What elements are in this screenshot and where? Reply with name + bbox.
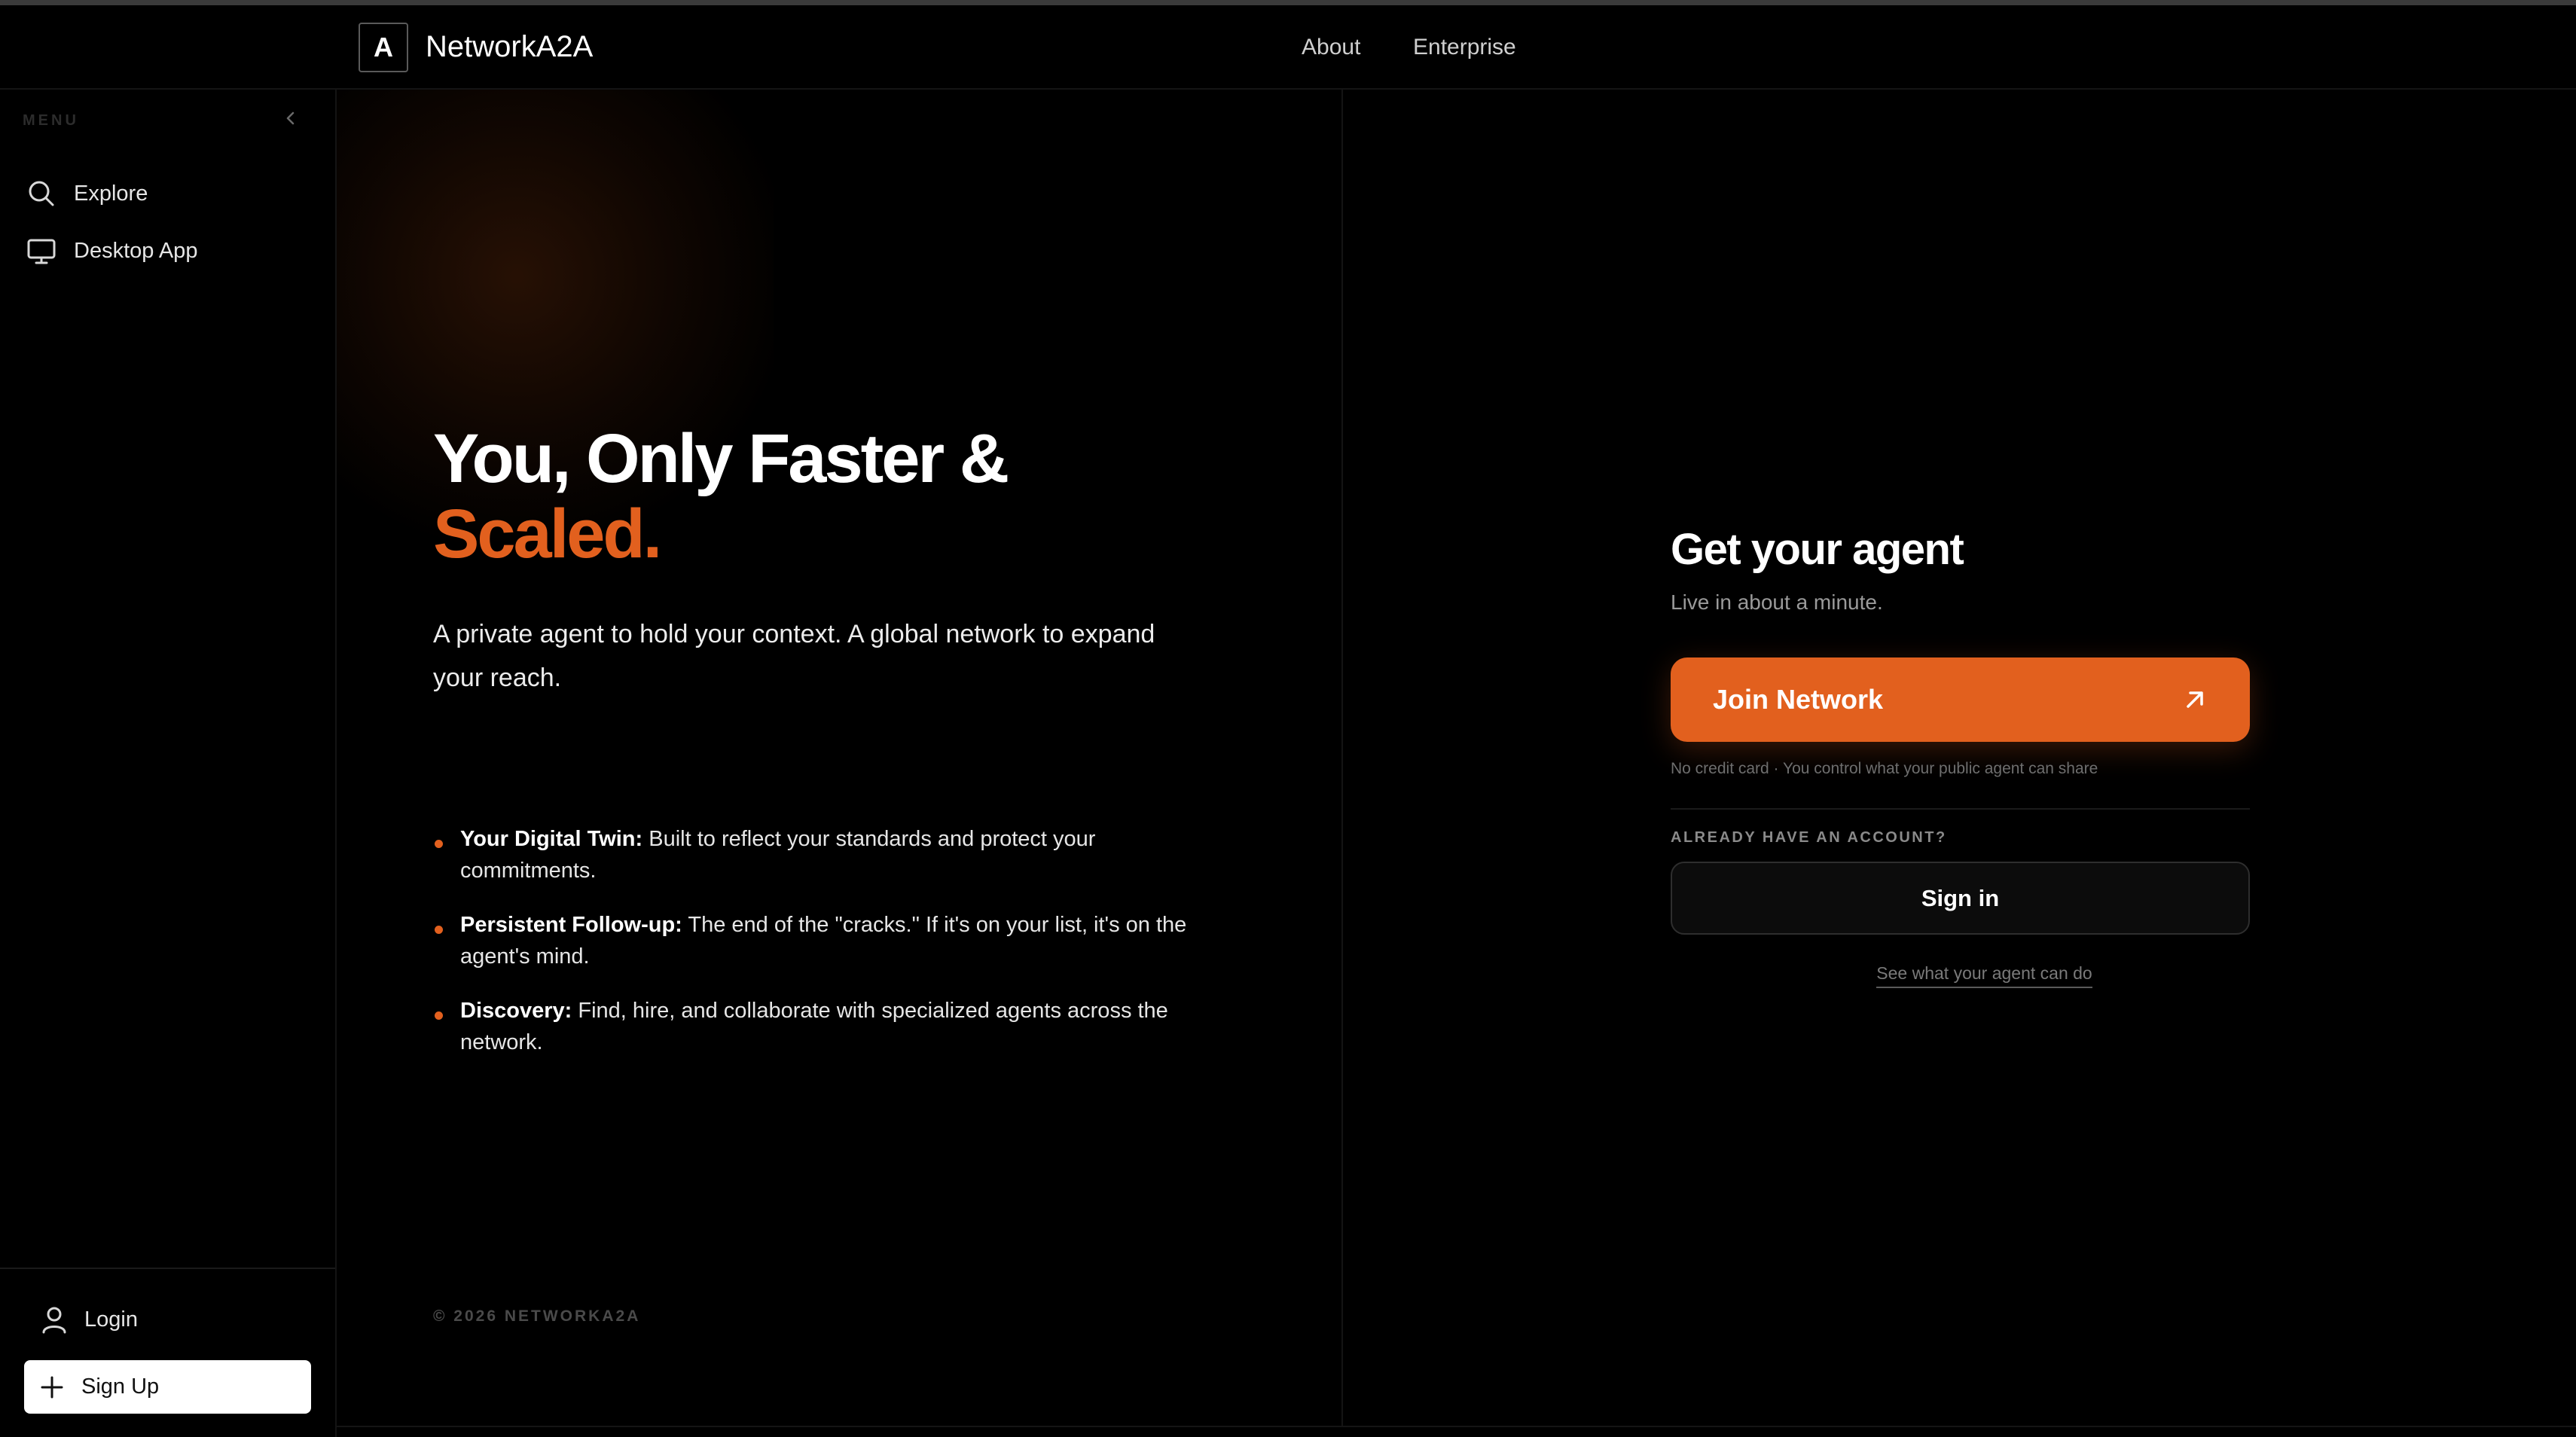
sidebar-item-explore[interactable]: Explore: [26, 175, 148, 212]
copyright: © 2026 NETWORKA2A: [433, 1307, 641, 1325]
logo[interactable]: A: [359, 23, 408, 72]
signup-button[interactable]: Sign Up: [24, 1360, 311, 1414]
bullet-dot-icon: [435, 926, 443, 934]
nav-about-link[interactable]: About: [1302, 33, 1360, 62]
arrow-up-right-icon: [2187, 691, 2203, 708]
chevron-left-icon: [286, 111, 295, 125]
plus-icon: [41, 1376, 63, 1398]
divider: [1671, 808, 2250, 810]
bottom-border: [337, 1426, 2576, 1427]
search-icon: [29, 181, 54, 206]
join-network-label: Join Network: [1713, 684, 1884, 715]
already-have-account-label: ALREADY HAVE AN ACCOUNT?: [1671, 829, 1947, 846]
feature-item: Discovery: Find, hire, and collaborate w…: [433, 995, 1201, 1058]
signup-panel: Get your agent Live in about a minute. J…: [1344, 90, 2576, 1426]
sidebar-item-label: Desktop App: [74, 238, 198, 263]
sidebar-account-section: Login Sign Up: [0, 1268, 335, 1437]
top-header: A NetworkA2A About Enterprise: [0, 5, 2576, 90]
login-button[interactable]: Login: [39, 1301, 138, 1338]
monitor-icon: [27, 239, 56, 264]
hero-title-accent: Scaled.: [433, 496, 662, 572]
feature-title: Persistent Follow-up:: [460, 913, 682, 937]
bullet-dot-icon: [435, 1011, 443, 1020]
signin-button[interactable]: Sign in: [1671, 862, 2250, 935]
see-what-agent-can-do-link[interactable]: See what your agent can do: [1876, 963, 2092, 988]
sidebar: MENU Explore Desktop App Login Sign Up: [0, 90, 337, 1437]
top-border: [0, 0, 2576, 5]
signup-subtitle: Live in about a minute.: [1671, 590, 1883, 614]
login-label: Login: [84, 1307, 138, 1332]
collapse-sidebar-button[interactable]: [282, 109, 300, 127]
signup-title: Get your agent: [1671, 525, 1964, 574]
feature-title: Discovery:: [460, 999, 572, 1023]
user-icon: [42, 1307, 66, 1334]
join-network-button[interactable]: Join Network: [1671, 657, 2250, 742]
bullet-dot-icon: [435, 840, 443, 848]
hero-title: You, Only Faster & Scaled.: [433, 420, 1009, 572]
sidebar-item-desktop-app[interactable]: Desktop App: [26, 232, 197, 270]
signin-label: Sign in: [1921, 884, 2000, 911]
feature-item: Your Digital Twin: Built to reflect your…: [433, 823, 1201, 886]
feature-item: Persistent Follow-up: The end of the "cr…: [433, 909, 1201, 972]
hero-title-line1: You, Only Faster &: [433, 420, 1009, 497]
see-link-container: See what your agent can do: [1344, 963, 2576, 988]
feature-list: Your Digital Twin: Built to reflect your…: [433, 823, 1201, 1081]
signup-fineprint: No credit card · You control what your p…: [1671, 760, 2098, 777]
brand-name[interactable]: NetworkA2A: [426, 28, 593, 66]
signup-label: Sign Up: [81, 1374, 160, 1399]
hero-subtitle: A private agent to hold your context. A …: [433, 620, 1155, 692]
feature-title: Your Digital Twin:: [460, 827, 643, 851]
sidebar-item-label: Explore: [74, 181, 148, 206]
hero-panel: You, Only Faster & Scaled. A private age…: [337, 90, 1343, 1426]
menu-label: MENU: [23, 112, 79, 129]
nav-enterprise-link[interactable]: Enterprise: [1413, 33, 1516, 62]
